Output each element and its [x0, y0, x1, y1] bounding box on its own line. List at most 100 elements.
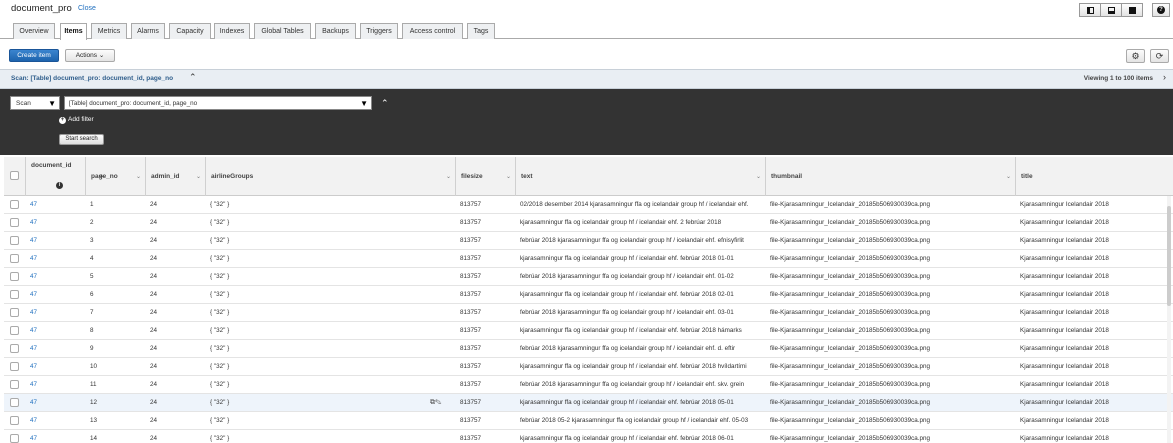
start-search-button[interactable]: Start search: [59, 134, 104, 145]
table-row[interactable]: 47 11 24 { "32" } 813757 febrúar 2018 kjarasa…: [4, 376, 1173, 394]
table-row[interactable]: 47 7 24 { "32" } 813757 febrúar 2018 kjarasam…: [4, 304, 1173, 322]
col-document-id[interactable]: document_id ▲ i: [26, 157, 104, 196]
table-row[interactable]: 47 10 24 { "32" } 813757 kjarasamningur ffa o…: [4, 358, 1173, 376]
actions-dropdown[interactable]: Actions ⌄: [65, 49, 115, 62]
row-checkbox[interactable]: [10, 218, 19, 227]
table-row[interactable]: 47 1 24 { "32" } 813757 02/2018 desember 2014…: [4, 196, 1173, 214]
column-menu-icon[interactable]: ⌄: [446, 173, 451, 180]
cell-document_id[interactable]: 47: [30, 286, 85, 304]
row-checkbox[interactable]: [10, 434, 19, 443]
cell-document_id[interactable]: 47: [30, 430, 85, 443]
cell-document_id[interactable]: 47: [30, 214, 85, 232]
cell-airlinegroups: { "32" }: [210, 417, 230, 424]
cell-document_id[interactable]: 47: [30, 196, 85, 214]
scan-mode-select[interactable]: Scan ▼: [10, 96, 60, 110]
cell-document_id[interactable]: 47: [30, 358, 85, 376]
cell-admin_id: 24: [150, 345, 158, 352]
column-menu-icon[interactable]: ⌄: [136, 173, 141, 180]
cell-thumbnail: file-Kjarasamningur_Icelandair_20185b506…: [770, 363, 930, 370]
row-checkbox[interactable]: [10, 272, 19, 281]
table-row[interactable]: 47 9 24 { "32" } 813757 febrúar 2018 kjarasam…: [4, 340, 1173, 358]
tab-capacity[interactable]: Capacity: [169, 23, 211, 39]
table-row[interactable]: 47 3 24 { "32" } 813757 febrúar 2018 kjarasam…: [4, 232, 1173, 250]
scrollbar-thumb[interactable]: [1167, 206, 1171, 306]
cell-thumbnail: file-Kjarasamningur_Icelandair_20185b506…: [770, 201, 930, 208]
col-page-no[interactable]: page_no ⌄: [86, 157, 146, 196]
col-title[interactable]: title: [1016, 157, 1173, 196]
col-admin-id[interactable]: admin_id ⌄: [146, 157, 206, 196]
cell-text: 02/2018 desember 2014 kjarasamningur ffa…: [520, 201, 749, 208]
tab-triggers[interactable]: Triggers: [360, 23, 398, 39]
tab-backups[interactable]: Backups: [315, 23, 356, 39]
row-checkbox[interactable]: [10, 344, 19, 353]
cell-text: febrúar 2018 kjarasamningur ffa og icela…: [520, 273, 734, 280]
create-item-button[interactable]: Create item: [9, 49, 59, 62]
row-checkbox[interactable]: [10, 308, 19, 317]
cell-document_id[interactable]: 47: [30, 340, 85, 358]
tab-items[interactable]: Items: [60, 23, 87, 40]
col-text[interactable]: text ⌄: [516, 157, 766, 196]
scan-header: Scan: [Table] document_pro: document_id,…: [0, 69, 1173, 89]
tab-access-control[interactable]: Access control: [402, 23, 463, 39]
settings-button[interactable]: ⚙: [1126, 49, 1145, 63]
cell-airlinegroups: { "32" }: [210, 327, 230, 334]
row-checkbox[interactable]: [10, 416, 19, 425]
tab-indexes[interactable]: Indexes: [214, 23, 250, 39]
row-checkbox[interactable]: [10, 398, 19, 407]
cell-admin_id: 24: [150, 201, 158, 208]
row-checkbox[interactable]: [10, 326, 19, 335]
cell-document_id[interactable]: 47: [30, 250, 85, 268]
refresh-button[interactable]: ⟳: [1150, 49, 1169, 63]
table-row[interactable]: 47 14 24 { "32" } 813757 kjarasamningur ffa o…: [4, 430, 1173, 443]
table-row[interactable]: 47 4 24 { "32" } 813757 kjarasamningur ffa og…: [4, 250, 1173, 268]
col-thumbnail[interactable]: thumbnail ⌄: [766, 157, 1016, 196]
layout-split-horizontal-button[interactable]: [1100, 3, 1122, 17]
add-filter-link[interactable]: + Add filter: [59, 116, 94, 124]
row-checkbox[interactable]: [10, 290, 19, 299]
select-all-checkbox[interactable]: [10, 171, 19, 180]
tab-overview[interactable]: Overview: [13, 23, 55, 39]
cell-airlinegroups: { "32" }: [210, 345, 230, 352]
cell-document_id[interactable]: 47: [30, 322, 85, 340]
cell-document_id[interactable]: 47: [30, 268, 85, 286]
tab-metrics[interactable]: Metrics: [91, 23, 127, 39]
next-page-icon[interactable]: ›: [1163, 72, 1166, 82]
col-filesize[interactable]: filesize ⌄: [456, 157, 516, 196]
tab-tags[interactable]: Tags: [467, 23, 495, 39]
layout-split-vertical-button[interactable]: [1079, 3, 1101, 17]
row-checkbox[interactable]: [10, 236, 19, 245]
table-row[interactable]: 47 12 24 { "32" } 813757 kjarasamningur ffa o…: [4, 394, 1173, 412]
table-row[interactable]: 47 8 24 { "32" } 813757 kjarasamningur ffa og…: [4, 322, 1173, 340]
cell-document_id[interactable]: 47: [30, 304, 85, 322]
column-menu-icon[interactable]: ⌄: [1006, 173, 1011, 180]
copy-edit-icon[interactable]: ⧉✎: [430, 399, 441, 407]
col-airline-groups[interactable]: airlineGroups ⌄: [206, 157, 456, 196]
table-row[interactable]: 47 5 24 { "32" } 813757 febrúar 2018 kjarasam…: [4, 268, 1173, 286]
close-link[interactable]: Close: [78, 5, 96, 12]
column-menu-icon[interactable]: ⌄: [196, 173, 201, 180]
cell-document_id[interactable]: 47: [30, 394, 85, 412]
row-checkbox[interactable]: [10, 254, 19, 263]
vertical-scrollbar[interactable]: [1167, 196, 1171, 443]
cell-page_no: 8: [90, 327, 94, 334]
tab-global-tables[interactable]: Global Tables: [254, 23, 311, 39]
collapse-panel-icon[interactable]: ⌃: [381, 98, 389, 109]
column-menu-icon[interactable]: ⌄: [756, 173, 761, 180]
help-button[interactable]: ?: [1152, 3, 1170, 17]
layout-full-button[interactable]: [1121, 3, 1143, 17]
cell-document_id[interactable]: 47: [30, 376, 85, 394]
scan-target-select[interactable]: [Table] document_pro: document_id, page_…: [64, 96, 372, 110]
cell-admin_id: 24: [150, 417, 158, 424]
cell-document_id[interactable]: 47: [30, 412, 85, 430]
row-checkbox[interactable]: [10, 200, 19, 209]
column-menu-icon[interactable]: ⌄: [506, 173, 511, 180]
table-row[interactable]: 47 2 24 { "32" } 813757 kjarasamningur ffa og…: [4, 214, 1173, 232]
row-checkbox[interactable]: [10, 362, 19, 371]
collapse-scan-icon[interactable]: ⌃: [189, 72, 197, 83]
table-row[interactable]: 47 13 24 { "32" } 813757 febrúar 2018 05-2 kj…: [4, 412, 1173, 430]
cell-document_id[interactable]: 47: [30, 232, 85, 250]
table-row[interactable]: 47 6 24 { "32" } 813757 kjarasamningur ffa og…: [4, 286, 1173, 304]
cell-page_no: 14: [90, 435, 98, 442]
tab-alarms[interactable]: Alarms: [131, 23, 165, 39]
row-checkbox[interactable]: [10, 380, 19, 389]
